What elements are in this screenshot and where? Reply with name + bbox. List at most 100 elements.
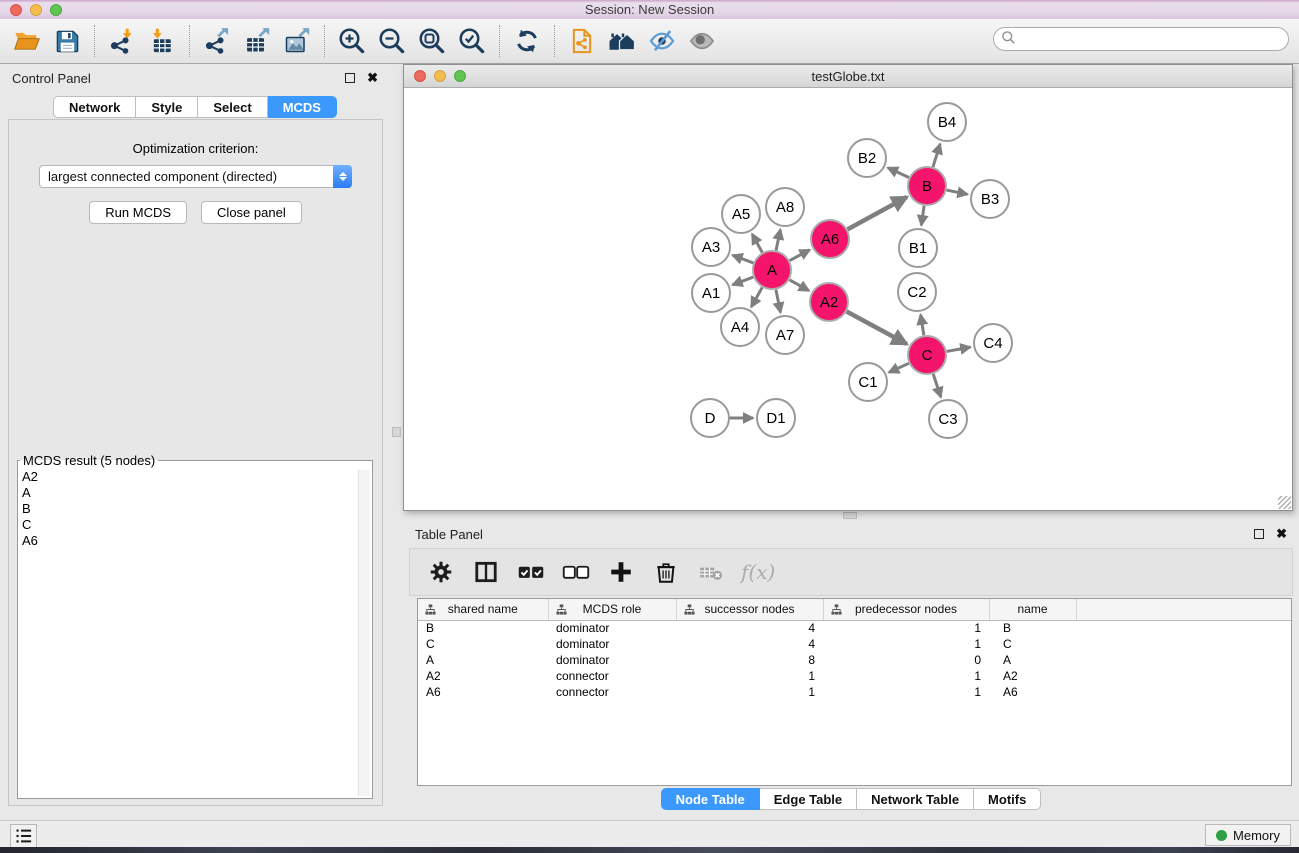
tab-style[interactable]: Style xyxy=(136,96,198,118)
column-header-shared-name[interactable]: shared name xyxy=(418,599,548,620)
graph-node-A4[interactable]: A4 xyxy=(720,307,760,347)
table-row[interactable]: Cdominator41C xyxy=(418,636,1291,652)
add-column-icon[interactable] xyxy=(606,558,636,586)
table-row[interactable]: A6connector11A6 xyxy=(418,684,1291,700)
graph-node-C2[interactable]: C2 xyxy=(897,272,937,312)
graph-node-C3[interactable]: C3 xyxy=(928,399,968,439)
tab-edge-table[interactable]: Edge Table xyxy=(760,788,857,810)
hide-graphics-details-icon[interactable] xyxy=(647,26,677,56)
graph-node-B3[interactable]: B3 xyxy=(970,179,1010,219)
delete-column-icon[interactable] xyxy=(651,558,681,586)
graph-edge-A-A2[interactable] xyxy=(789,280,809,291)
column-header-predecessor-nodes[interactable]: predecessor nodes xyxy=(823,599,989,620)
graph-node-D[interactable]: D xyxy=(690,398,730,438)
show-graphics-details-icon[interactable] xyxy=(687,26,717,56)
graph-node-B4[interactable]: B4 xyxy=(927,102,967,142)
zoom-out-icon[interactable] xyxy=(377,26,407,56)
float-panel-icon[interactable] xyxy=(345,73,355,83)
apply-layout-icon[interactable] xyxy=(512,26,542,56)
import-network-icon[interactable] xyxy=(107,26,137,56)
table-row[interactable]: Bdominator41B xyxy=(418,620,1291,636)
graph-node-B1[interactable]: B1 xyxy=(898,228,938,268)
tab-motifs[interactable]: Motifs xyxy=(974,788,1041,810)
column-header-name[interactable]: name xyxy=(989,599,1076,620)
column-browser-icon[interactable] xyxy=(471,558,501,586)
graph-node-D1[interactable]: D1 xyxy=(756,398,796,438)
export-image-icon[interactable] xyxy=(282,26,312,56)
graph-edge-A-A3[interactable] xyxy=(733,255,754,263)
open-file-icon[interactable] xyxy=(12,26,42,56)
home-view-icon[interactable] xyxy=(607,26,637,56)
search-box[interactable] xyxy=(993,27,1289,51)
graph-node-A6[interactable]: A6 xyxy=(810,219,850,259)
graph-node-B2[interactable]: B2 xyxy=(847,138,887,178)
graph-node-A3[interactable]: A3 xyxy=(691,227,731,267)
gear-icon[interactable] xyxy=(426,558,456,586)
graph-edge-C-C4[interactable] xyxy=(947,347,971,351)
deselect-all-checkboxes-icon[interactable] xyxy=(561,558,591,586)
horizontal-split-handle[interactable] xyxy=(843,512,857,519)
memory-button[interactable]: Memory xyxy=(1205,824,1291,846)
tab-network-table[interactable]: Network Table xyxy=(857,788,974,810)
graph-edge-A-A4[interactable] xyxy=(751,287,762,307)
result-item[interactable]: A2 xyxy=(22,469,372,485)
zoom-in-icon[interactable] xyxy=(337,26,367,56)
graph-node-A1[interactable]: A1 xyxy=(691,273,731,313)
graph-edge-A-A7[interactable] xyxy=(776,290,781,313)
window-resize-grip[interactable] xyxy=(1278,496,1291,509)
graph-edge-B-B3[interactable] xyxy=(947,190,968,194)
vertical-split-divider[interactable] xyxy=(390,64,403,820)
horizontal-split-divider[interactable] xyxy=(403,511,1299,520)
graph-edge-B-B1[interactable] xyxy=(921,206,924,225)
zoom-selected-icon[interactable] xyxy=(457,26,487,56)
close-panel-icon[interactable]: ✖ xyxy=(367,73,378,83)
column-header-successor-nodes[interactable]: successor nodes xyxy=(676,599,823,620)
graph-node-A8[interactable]: A8 xyxy=(765,187,805,227)
graph-edge-C-C1[interactable] xyxy=(889,363,909,372)
close-panel-button[interactable]: Close panel xyxy=(201,201,302,224)
graph-node-B[interactable]: B xyxy=(907,166,947,206)
tab-mcds[interactable]: MCDS xyxy=(268,96,337,118)
select-all-checkboxes-icon[interactable] xyxy=(516,558,546,586)
graph-edge-A-A5[interactable] xyxy=(752,234,762,252)
graph-edge-A-A1[interactable] xyxy=(733,277,754,285)
vertical-split-handle[interactable] xyxy=(392,427,401,437)
result-item[interactable]: C xyxy=(22,517,372,533)
network-from-file-icon[interactable] xyxy=(567,26,597,56)
delete-table-icon[interactable] xyxy=(696,558,726,586)
float-table-panel-icon[interactable] xyxy=(1254,529,1264,539)
graph-edge-A6-B[interactable] xyxy=(848,197,907,229)
import-table-icon[interactable] xyxy=(147,26,177,56)
graph-edge-A2-C[interactable] xyxy=(847,312,907,345)
graph-node-C4[interactable]: C4 xyxy=(973,323,1013,363)
zoom-fit-icon[interactable] xyxy=(417,26,447,56)
graph-node-C[interactable]: C xyxy=(907,335,947,375)
graph-edge-A-A8[interactable] xyxy=(776,230,780,251)
tab-network[interactable]: Network xyxy=(53,96,136,118)
graph-node-A5[interactable]: A5 xyxy=(721,194,761,234)
export-table-icon[interactable] xyxy=(242,26,272,56)
table-row[interactable]: Adominator80A xyxy=(418,652,1291,668)
search-input[interactable] xyxy=(1016,32,1288,47)
result-scrollbar[interactable] xyxy=(358,470,370,796)
graph-node-A7[interactable]: A7 xyxy=(765,315,805,355)
graph-node-C1[interactable]: C1 xyxy=(848,362,888,402)
graph-edge-C-C2[interactable] xyxy=(921,315,924,336)
tab-node-table[interactable]: Node Table xyxy=(661,788,760,810)
graph-edge-C-C3[interactable] xyxy=(933,374,941,397)
result-item[interactable]: A xyxy=(22,485,372,501)
run-mcds-button[interactable]: Run MCDS xyxy=(89,201,187,224)
graph-node-A2[interactable]: A2 xyxy=(809,282,849,322)
export-network-icon[interactable] xyxy=(202,26,232,56)
result-item[interactable]: B xyxy=(22,501,372,517)
column-header-MCDS-role[interactable]: MCDS role xyxy=(548,599,676,620)
tab-select[interactable]: Select xyxy=(198,96,267,118)
task-history-button[interactable] xyxy=(10,824,37,848)
graph-node-A[interactable]: A xyxy=(752,250,792,290)
graph-edge-B-B4[interactable] xyxy=(933,144,940,167)
function-builder-icon[interactable]: f(x) xyxy=(741,560,775,584)
graph-edge-A-A6[interactable] xyxy=(790,250,810,261)
network-canvas[interactable]: B4 B2 B B3 A8A5 A6 A3 B1 A A1 C2 A2 A4A7 C4 C C1 C3 D D1 xyxy=(404,88,1292,510)
save-session-icon[interactable] xyxy=(52,26,82,56)
close-table-panel-icon[interactable]: ✖ xyxy=(1276,529,1287,539)
